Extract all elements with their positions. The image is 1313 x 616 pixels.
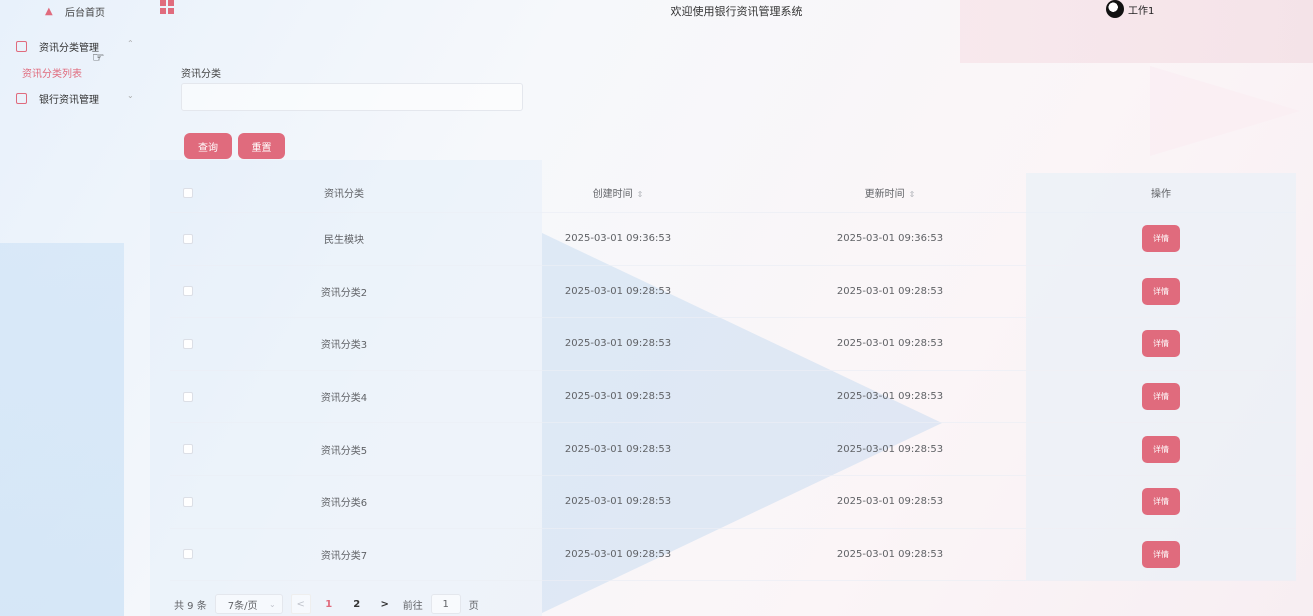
cell-category: 资讯分类6: [320, 498, 368, 510]
cell-category: 资讯分类4: [320, 393, 368, 405]
cell-updated: 2025-03-01 09:28:53: [836, 338, 944, 350]
cell-created: 2025-03-01 09:28:53: [564, 443, 672, 455]
table-row: 资讯分类4 2025-03-01 09:28:53 2025-03-01 09:…: [170, 370, 1296, 424]
detail-button[interactable]: 详情: [1142, 330, 1180, 358]
column-header-created[interactable]: 创建时间 ⇕: [482, 185, 754, 200]
next-page-button[interactable]: >: [375, 594, 395, 614]
chevron-up-icon: ⌃: [127, 39, 134, 48]
cell-category: 资讯分类7: [320, 550, 368, 562]
cell-created: 2025-03-01 09:28:53: [564, 338, 672, 350]
table-row: 资讯分类7 2025-03-01 09:28:53 2025-03-01 09:…: [170, 528, 1296, 582]
table-row: 民生模块 2025-03-01 09:36:53 2025-03-01 09:3…: [170, 213, 1296, 266]
row-checkbox[interactable]: [183, 233, 193, 244]
cell-updated: 2025-03-01 09:28:53: [836, 496, 944, 508]
sidebar: 资讯分类管理 ⌃ 资讯分类列表 银行资讯管理 ⌄ ☞: [0, 33, 150, 111]
row-checkbox[interactable]: [183, 549, 193, 560]
page-number-2[interactable]: 2: [347, 594, 367, 614]
chevron-down-icon: ⌄: [269, 599, 276, 609]
total-count: 共 9 条: [174, 600, 207, 612]
pagination: 共 9 条 7条/页 ⌄ < 1 2 > 前往 1 页: [174, 594, 479, 614]
row-checkbox[interactable]: [183, 444, 193, 455]
goto-page-input[interactable]: 1: [430, 594, 461, 614]
column-header-actions: 操作: [1026, 172, 1296, 213]
select-all-checkbox[interactable]: [183, 187, 193, 198]
sort-icon[interactable]: ⇕: [909, 190, 916, 199]
detail-button[interactable]: 详情: [1142, 277, 1180, 305]
hand-pointer-icon: ☞: [92, 50, 105, 66]
detail-button[interactable]: 详情: [1142, 435, 1180, 463]
category-search-input[interactable]: [181, 83, 523, 111]
cell-updated: 2025-03-01 09:28:53: [836, 443, 944, 455]
detail-button[interactable]: 详情: [1142, 383, 1180, 411]
cell-updated: 2025-03-01 09:28:53: [836, 285, 944, 297]
page-size-value: 7条/页: [227, 600, 258, 612]
cell-category: 资讯分类5: [320, 445, 368, 457]
cell-created: 2025-03-01 09:28:53: [564, 391, 672, 403]
cell-updated: 2025-03-01 09:36:53: [836, 233, 944, 245]
detail-button[interactable]: 详情: [1142, 488, 1180, 516]
cell-created: 2025-03-01 09:28:53: [564, 496, 672, 508]
column-header-created-label: 创建时间: [592, 189, 633, 200]
row-checkbox[interactable]: [183, 338, 193, 349]
cell-updated: 2025-03-01 09:28:53: [836, 548, 944, 560]
query-button[interactable]: 查询: [184, 133, 232, 159]
table-row: 资讯分类5 2025-03-01 09:28:53 2025-03-01 09:…: [170, 423, 1296, 476]
row-checkbox[interactable]: [183, 286, 193, 297]
cell-created: 2025-03-01 09:28:53: [564, 548, 672, 560]
sort-icon[interactable]: ⇕: [637, 190, 644, 199]
sidebar-item-bank-news-management[interactable]: 银行资讯管理 ⌄: [0, 85, 150, 111]
column-header-category: 资讯分类: [324, 189, 364, 200]
detail-button[interactable]: 详情: [1142, 225, 1180, 253]
cell-category: 民生模块: [324, 235, 364, 247]
cell-updated: 2025-03-01 09:28:53: [836, 391, 944, 403]
page-size-select[interactable]: 7条/页 ⌄: [214, 594, 283, 614]
sidebar-subitem-category-list[interactable]: 资讯分类列表: [0, 59, 150, 85]
search-label: 资讯分类: [181, 69, 221, 80]
sidebar-item-category-management[interactable]: 资讯分类管理 ⌃: [0, 33, 150, 59]
column-header-updated[interactable]: 更新时间 ⇕: [754, 185, 1026, 200]
folder-icon: [16, 92, 27, 104]
chevron-down-icon: ⌄: [127, 91, 134, 100]
prev-page-button[interactable]: <: [290, 594, 311, 614]
cell-created: 2025-03-01 09:28:53: [564, 285, 672, 297]
folder-icon: [16, 40, 27, 52]
sidebar-subitem-label: 资讯分类列表: [22, 68, 82, 80]
main-content: 资讯分类 查询 重置 资讯分类 创建时间 ⇕ 更新时间 ⇕ 操作 民生模块 2025…: [170, 0, 1300, 616]
sidebar-item-label: 银行资讯管理: [39, 94, 99, 106]
page-number-1[interactable]: 1: [319, 594, 339, 614]
row-checkbox[interactable]: [183, 496, 193, 507]
cell-category: 资讯分类2: [320, 287, 368, 299]
goto-label: 前往: [402, 600, 423, 612]
reset-button[interactable]: 重置: [238, 133, 285, 159]
table-row: 资讯分类6 2025-03-01 09:28:53 2025-03-01 09:…: [170, 475, 1296, 529]
column-header-updated-label: 更新时间: [864, 189, 905, 200]
table-header-row: 资讯分类 创建时间 ⇕ 更新时间 ⇕ 操作: [170, 172, 1296, 213]
detail-button[interactable]: 详情: [1142, 540, 1180, 568]
page-suffix: 页: [468, 600, 479, 612]
table-row: 资讯分类3 2025-03-01 09:28:53 2025-03-01 09:…: [170, 318, 1296, 371]
table-row: 资讯分类2 2025-03-01 09:28:53 2025-03-01 09:…: [170, 265, 1296, 319]
sidebar-item-label: 资讯分类管理: [39, 42, 99, 54]
cell-created: 2025-03-01 09:36:53: [564, 233, 672, 245]
category-table: 资讯分类 创建时间 ⇕ 更新时间 ⇕ 操作 民生模块 2025-03-01 09:3…: [170, 172, 1296, 582]
cell-category: 资讯分类3: [320, 340, 368, 352]
row-checkbox[interactable]: [183, 391, 193, 402]
